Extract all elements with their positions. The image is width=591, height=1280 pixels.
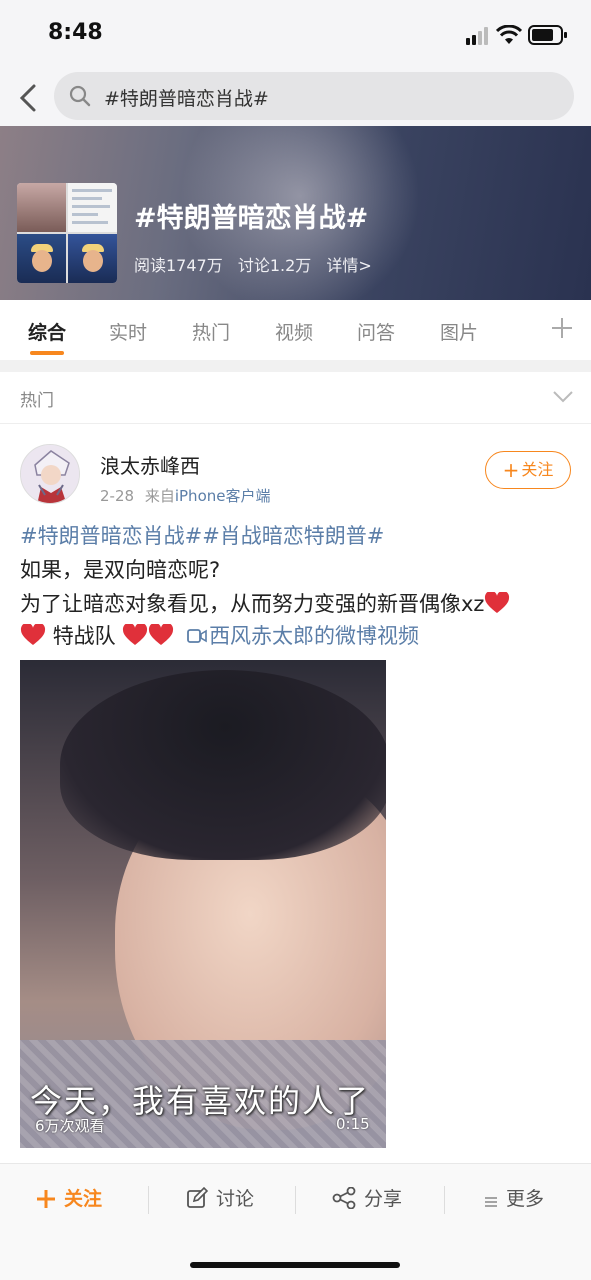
- heart-emoji-icon: [149, 624, 174, 645]
- section-divider: [0, 360, 591, 372]
- topic-thumbnail[interactable]: [17, 183, 117, 283]
- follow-toolbar-button[interactable]: 关注: [36, 1184, 102, 1211]
- heart-emoji-icon: [20, 624, 46, 645]
- post-meta: 2-28 来自iPhone客户端: [100, 485, 270, 506]
- search-header: #特朗普暗恋肖战#: [0, 70, 591, 126]
- topic-stats: 阅读1747万 讨论1.2万 详情>: [134, 252, 382, 276]
- post-text-line: 特战队 西风赤太郎的微博视频: [20, 620, 419, 650]
- comment-button[interactable]: 讨论: [186, 1184, 254, 1211]
- video-link[interactable]: 西风赤太郎的微博视频: [181, 624, 419, 648]
- post-date: 2-28: [100, 487, 135, 505]
- menu-icon: [485, 1197, 497, 1207]
- post-text-line: 如果，是双向暗恋呢?: [20, 558, 221, 582]
- tab-realtime[interactable]: 实时: [109, 318, 147, 345]
- post-username[interactable]: 浪太赤峰西: [100, 450, 200, 479]
- add-tab-icon[interactable]: [550, 316, 574, 340]
- plus-icon: [37, 1190, 55, 1208]
- avatar[interactable]: [20, 444, 80, 504]
- plus-icon: +: [502, 458, 520, 482]
- search-icon: [69, 85, 91, 107]
- tab-qa[interactable]: 问答: [357, 318, 395, 345]
- more-button[interactable]: 更多: [484, 1184, 544, 1211]
- section-label: 热门: [20, 391, 54, 411]
- video-camera-icon: [187, 629, 207, 643]
- discussion-count: 讨论1.2万: [237, 256, 312, 275]
- tab-images[interactable]: 图片: [440, 318, 478, 345]
- topic-title: #特朗普暗恋肖战#: [134, 203, 369, 234]
- back-arrow-icon[interactable]: [14, 80, 44, 116]
- video-view-count: 6万次观看: [35, 1117, 105, 1135]
- status-time: 8:48: [48, 20, 103, 45]
- topic-banner: #特朗普暗恋肖战# 阅读1747万 讨论1.2万 详情>: [0, 126, 591, 300]
- search-query: #特朗普暗恋肖战#: [104, 88, 269, 110]
- avatar-illustration-icon: [21, 445, 79, 503]
- heart-emoji-icon: [485, 592, 510, 613]
- tab-video[interactable]: 视频: [275, 318, 313, 345]
- search-input[interactable]: #特朗普暗恋肖战#: [54, 72, 574, 120]
- wifi-icon: [496, 25, 522, 44]
- read-count: 阅读1747万: [134, 256, 223, 275]
- video-player[interactable]: 今天，我有喜欢的人了 6万次观看 0:15: [20, 660, 386, 1148]
- post-source[interactable]: iPhone客户端: [175, 487, 271, 505]
- page: 8:48 #特朗普暗恋肖战# #特朗普暗恋肖战# 阅读1747万 讨论1.2万 …: [0, 0, 591, 1280]
- edit-icon: [187, 1187, 208, 1208]
- heart-emoji-icon: [123, 624, 148, 645]
- status-bar: 8:48: [0, 0, 591, 70]
- video-duration: 0:15: [336, 1115, 370, 1133]
- tab-bar: 综合 实时 热门 视频 问答 图片: [0, 300, 591, 360]
- post-source-prefix: 来自: [144, 487, 175, 505]
- section-header[interactable]: 热门: [0, 372, 591, 424]
- home-indicator[interactable]: [190, 1262, 400, 1268]
- share-icon: [332, 1187, 356, 1209]
- tab-comprehensive[interactable]: 综合: [28, 318, 66, 345]
- share-button[interactable]: 分享: [332, 1184, 402, 1211]
- follow-button[interactable]: + 关注: [485, 451, 571, 489]
- cellular-signal-icon: [466, 27, 488, 45]
- chevron-down-icon[interactable]: [552, 390, 574, 404]
- tab-hot[interactable]: 热门: [192, 318, 230, 345]
- active-tab-indicator: [30, 351, 64, 355]
- post-text-line: 为了让暗恋对象看见，从而努力变强的新晋偶像xz: [20, 588, 510, 618]
- post-hashtags[interactable]: #特朗普暗恋肖战##肖战暗恋特朗普#: [20, 520, 384, 550]
- details-link[interactable]: 详情>: [326, 256, 371, 275]
- battery-icon: [528, 25, 567, 45]
